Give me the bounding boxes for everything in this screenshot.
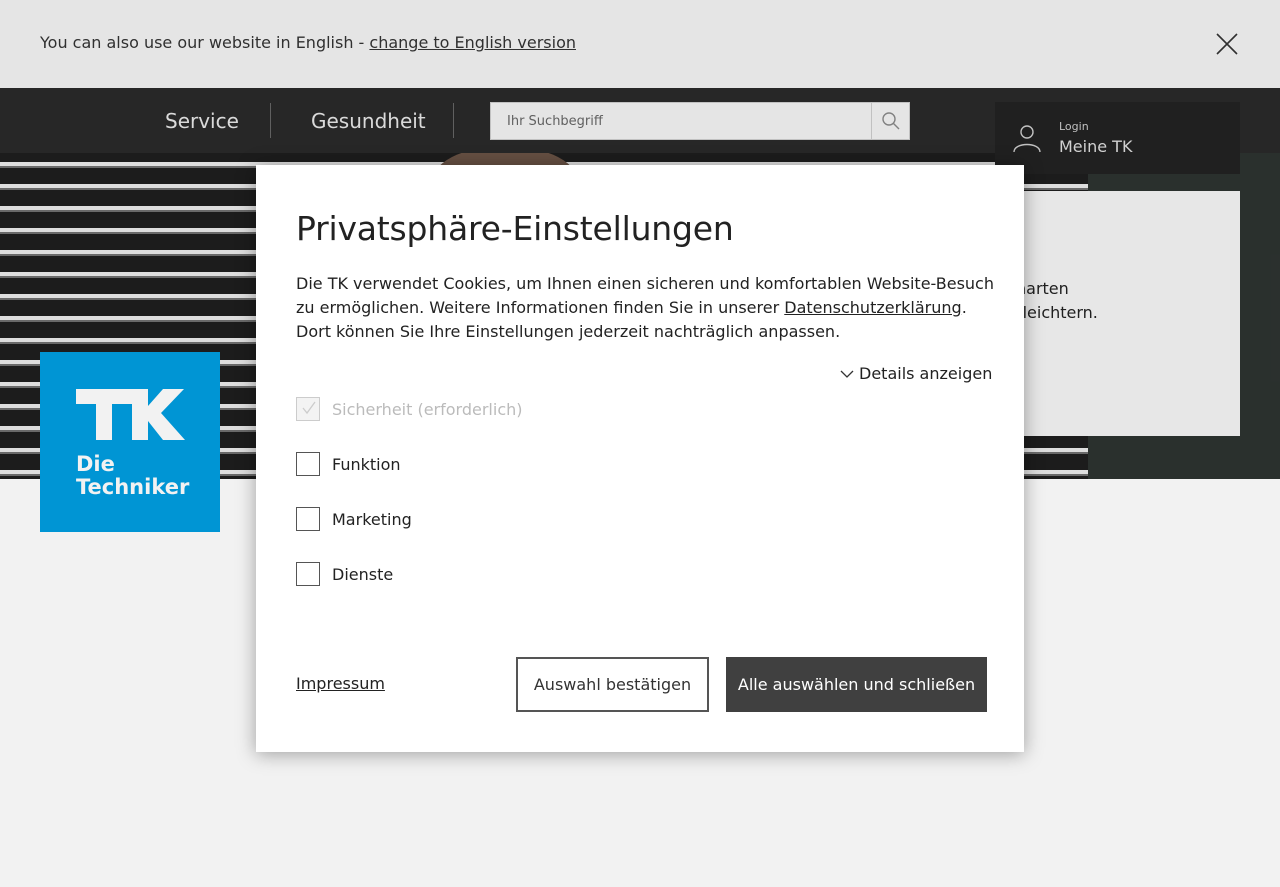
privacy-policy-link[interactable]: Datenschutzerklärung (784, 298, 961, 317)
checkbox-services[interactable] (296, 562, 320, 586)
option-services[interactable]: Dienste (296, 562, 393, 586)
checkbox-function[interactable] (296, 452, 320, 476)
privacy-settings-dialog: Privatsphäre-Einstellungen Die TK verwen… (256, 165, 1024, 752)
dialog-title: Privatsphäre-Einstellungen (296, 209, 734, 248)
option-function[interactable]: Funktion (296, 452, 401, 476)
details-label: Details anzeigen (859, 364, 993, 383)
checkbox-label: Sicherheit (erforderlich) (332, 399, 523, 419)
checkbox-label[interactable]: Dienste (332, 565, 393, 584)
impressum-link[interactable]: Impressum (296, 674, 385, 693)
checkbox-label[interactable]: Funktion (332, 455, 401, 474)
dialog-description: Die TK verwendet Cookies, um Ihnen einen… (296, 272, 996, 344)
details-toggle[interactable]: Details anzeigen (840, 364, 992, 383)
option-marketing[interactable]: Marketing (296, 507, 412, 531)
checkbox-label[interactable]: Marketing (332, 510, 412, 529)
checkmark-icon (302, 401, 316, 415)
checkbox-security (296, 397, 320, 421)
checkbox-marketing[interactable] (296, 507, 320, 531)
option-security: Sicherheit (erforderlich) (296, 397, 523, 421)
accept-all-button[interactable]: Alle auswählen und schließen (726, 657, 987, 712)
confirm-selection-button[interactable]: Auswahl bestätigen (516, 657, 709, 712)
chevron-down-icon (840, 364, 854, 383)
